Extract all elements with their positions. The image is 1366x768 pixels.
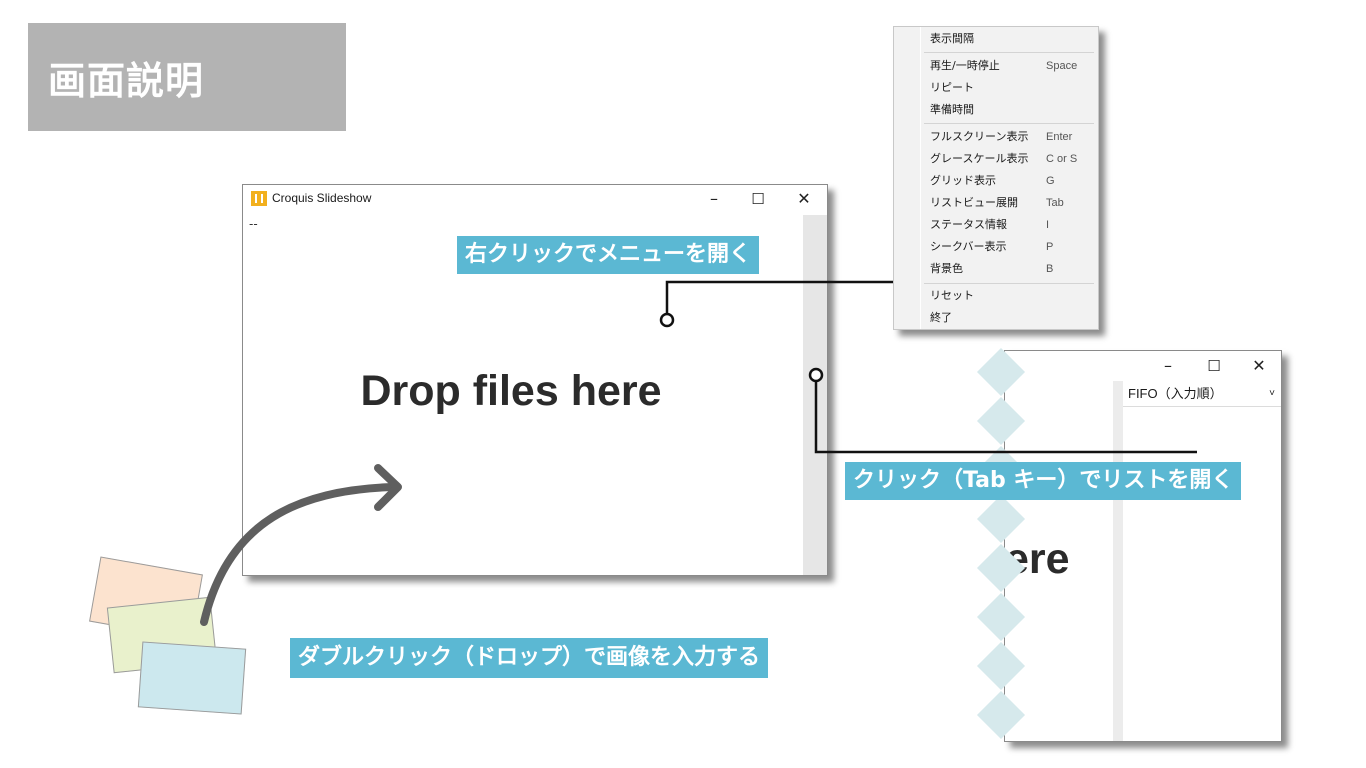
curved-arrow-icon [200,464,402,626]
